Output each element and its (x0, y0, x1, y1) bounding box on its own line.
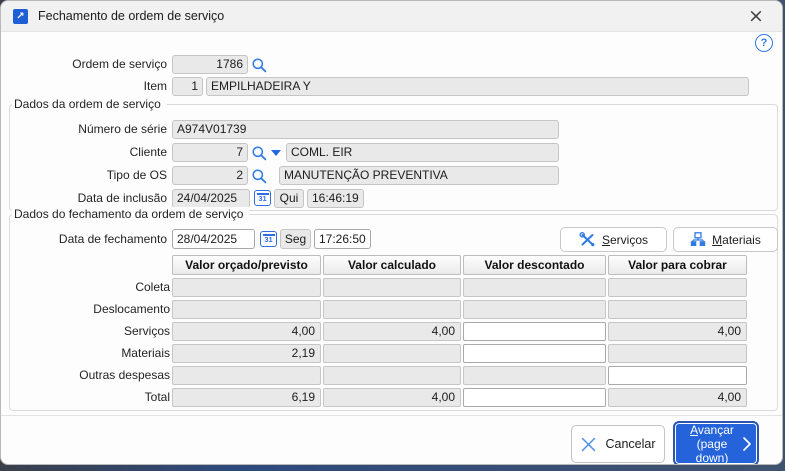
totals-row-label: Materiais (3, 344, 170, 363)
materiais-button-label: Materiais (712, 233, 761, 247)
totals-row-label: Coleta (3, 278, 170, 297)
totals-row-label: Outras despesas (3, 366, 170, 385)
advance-button[interactable]: Avançar (page down) (673, 421, 759, 465)
totals-header-spacer (3, 255, 170, 275)
data-fechamento-weekday-badge: Seg (280, 229, 311, 249)
totals-cell (323, 366, 461, 385)
totals-cell (172, 278, 321, 297)
cancel-button[interactable]: Cancelar (571, 425, 665, 463)
totals-cell[interactable] (463, 322, 606, 341)
footer-separator (1, 415, 782, 416)
materiais-button[interactable]: Materiais (673, 227, 778, 252)
totals-cell: 4,00 (323, 388, 461, 407)
cancel-button-label: Cancelar (605, 437, 655, 451)
titlebar: ↗ Fechamento de ordem de serviço × (1, 1, 782, 32)
dialog-fechamento-ordem-servico: ↗ Fechamento de ordem de serviço × ? Ord… (0, 0, 783, 465)
totals-cell[interactable] (463, 388, 606, 407)
totals-cell (323, 278, 461, 297)
data-inclusao-calendar-icon[interactable]: 31 (254, 190, 271, 206)
cliente-name-field: COML. EIR (286, 143, 559, 162)
window-icon: ↗ (13, 9, 28, 24)
totals-cell: 4,00 (323, 322, 461, 341)
totals-row-label: Serviços (3, 322, 170, 341)
totals-cell (172, 366, 321, 385)
item-description-field: EMPILHADEIRA Y (206, 77, 749, 96)
totals-cell (608, 300, 747, 319)
tools-icon (579, 232, 596, 247)
totals-column-header: Valor orçado/previsto (172, 255, 321, 275)
item-number-field: 1 (172, 77, 203, 96)
group-dados-fechamento-title: Dados do fechamento da ordem de serviço (12, 207, 249, 221)
numero-serie-label: Número de série (1, 120, 167, 139)
totals-cell (463, 278, 606, 297)
totals-table-header: Valor orçado/previstoValor calculadoValo… (3, 255, 747, 275)
data-inclusao-label: Data de inclusão (1, 189, 167, 208)
totals-cell (172, 300, 321, 319)
totals-table-rows: ColetaDeslocamentoServiços4,004,004,00Ma… (3, 278, 747, 407)
totals-cell[interactable] (608, 366, 747, 385)
ordem-servico-label: Ordem de serviço (1, 55, 167, 74)
group-dados-ordem-servico-title: Dados da ordem de serviço (12, 97, 167, 111)
ordem-search-icon[interactable] (251, 57, 268, 74)
totals-cell[interactable] (463, 344, 606, 363)
totals-column-header: Valor para cobrar (608, 255, 747, 275)
totals-column-header: Valor calculado (323, 255, 461, 275)
numero-serie-field: A974V01739 (172, 120, 559, 139)
data-fechamento-label: Data de fechamento (1, 229, 167, 249)
help-icon[interactable]: ? (755, 34, 773, 52)
totals-cell: 4,00 (608, 322, 747, 341)
tipo-os-label: Tipo de OS (1, 166, 167, 185)
data-fechamento-date-input[interactable]: 28/04/2025 (172, 229, 255, 249)
totals-cell: 6,19 (172, 388, 321, 407)
totals-cell (608, 344, 747, 363)
data-inclusao-time-field: 16:46:19 (307, 189, 364, 208)
data-fechamento-calendar-icon[interactable]: 31 (260, 231, 277, 247)
tipo-os-search-icon[interactable] (251, 168, 268, 185)
close-icon[interactable]: × (738, 1, 774, 31)
tipo-os-code-field: 2 (172, 166, 248, 185)
totals-cell (463, 366, 606, 385)
totals-cell (463, 300, 606, 319)
tipo-os-name-field: MANUTENÇÃO PREVENTIVA (279, 166, 559, 185)
cliente-code-field: 7 (172, 143, 248, 162)
totals-row-label: Deslocamento (3, 300, 170, 319)
chevron-right-icon (742, 436, 752, 452)
window-title: Fechamento de ordem de serviço (38, 1, 224, 31)
cliente-dropdown-arrow-icon[interactable] (271, 150, 281, 156)
totals-column-header: Valor descontado (463, 255, 606, 275)
totals-cell (323, 344, 461, 363)
materials-icon (690, 232, 706, 247)
totals-cell: 4,00 (172, 322, 321, 341)
servicos-button[interactable]: Serviços (560, 227, 667, 252)
cliente-label: Cliente (1, 143, 167, 162)
advance-button-label: Avançar (690, 423, 734, 437)
cancel-x-icon (580, 436, 597, 453)
totals-cell (608, 278, 747, 297)
ordem-servico-field: 1786 (172, 55, 248, 74)
servicos-button-label: Serviços (602, 233, 648, 247)
cliente-search-icon[interactable] (251, 145, 268, 162)
totals-row-label: Total (3, 388, 170, 407)
advance-button-sublabel: (page down) (696, 437, 729, 465)
data-inclusao-weekday-badge: Qui (274, 189, 304, 208)
totals-cell (323, 300, 461, 319)
data-inclusao-date-field: 24/04/2025 (172, 189, 250, 208)
item-label: Item (1, 77, 167, 96)
data-fechamento-time-input[interactable]: 17:26:50 (314, 229, 371, 249)
totals-cell: 4,00 (608, 388, 747, 407)
totals-cell: 2,19 (172, 344, 321, 363)
